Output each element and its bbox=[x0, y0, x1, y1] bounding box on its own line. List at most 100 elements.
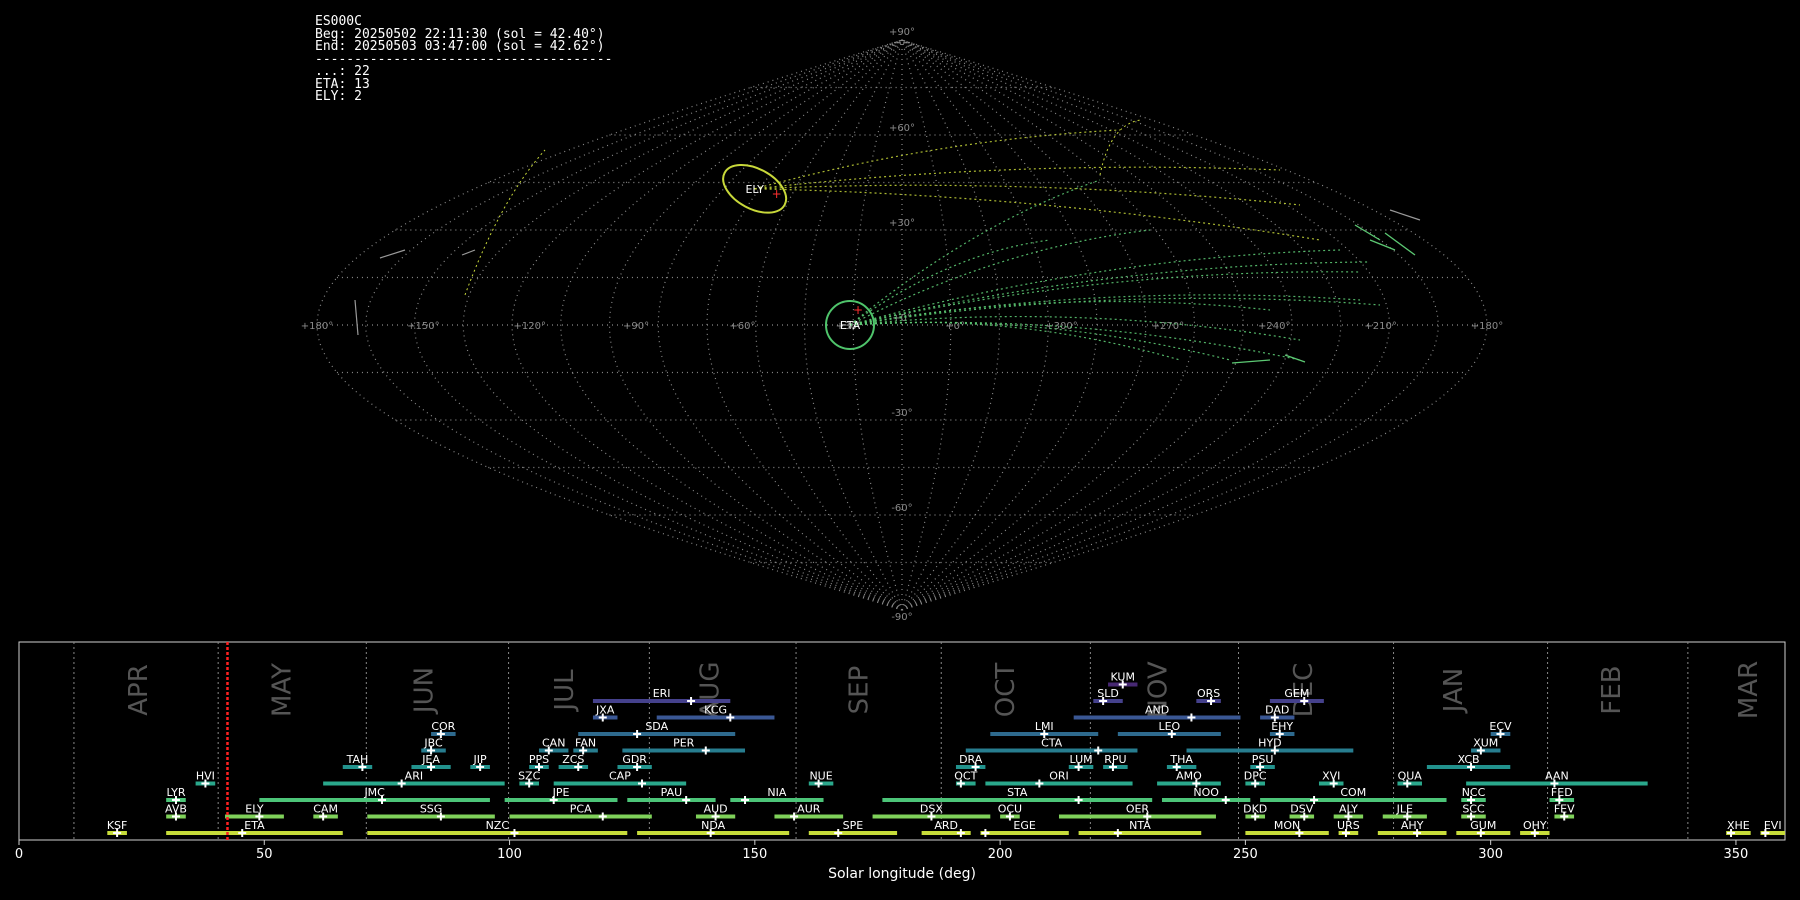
month-label: OCT bbox=[991, 663, 1021, 718]
shower-label: EHY bbox=[1271, 720, 1293, 733]
lon-tick-label: +270° bbox=[1152, 321, 1184, 332]
meridian-line bbox=[657, 39, 903, 611]
shower-label: XVI bbox=[1322, 770, 1340, 783]
shower-label: ORS bbox=[1197, 687, 1220, 700]
radiant-marker: + bbox=[853, 303, 863, 317]
shower-ori: ORI bbox=[985, 770, 1133, 788]
shower-label: SCC bbox=[1462, 803, 1485, 816]
shower-avb: AVB bbox=[165, 803, 187, 821]
shower-fan: FAN bbox=[573, 737, 598, 755]
shower-ohy: OHY bbox=[1520, 819, 1550, 837]
shower-label: JPE bbox=[552, 786, 570, 799]
month-label: FEB bbox=[1597, 665, 1627, 714]
shower-label: JXA bbox=[595, 704, 615, 717]
lat-tick-label: -90° bbox=[891, 612, 912, 623]
shower-label: NTA bbox=[1129, 819, 1151, 832]
meteor-segment bbox=[1231, 359, 1271, 364]
shower-label: EVI bbox=[1764, 819, 1782, 832]
shower-label: KCG bbox=[704, 704, 727, 717]
shower-zcs: ZCS bbox=[558, 753, 589, 771]
shower-label: FAN bbox=[575, 737, 596, 750]
shower-per: PER bbox=[622, 737, 746, 755]
x-tick-label: 0 bbox=[15, 847, 23, 862]
shower-label: SZC bbox=[518, 770, 541, 783]
shower-nia: NIA bbox=[730, 786, 824, 804]
month-label: APR bbox=[124, 664, 154, 716]
shower-label: AVB bbox=[165, 803, 187, 816]
shower-label: ARI bbox=[405, 770, 423, 783]
shower-sld: SLD bbox=[1093, 687, 1123, 705]
meridian-line bbox=[901, 39, 1147, 611]
shower-label: XUM bbox=[1473, 737, 1498, 750]
shower-lum: LUM bbox=[1068, 753, 1094, 771]
shower-label: ALY bbox=[1339, 803, 1358, 816]
shower-nue: NUE bbox=[808, 770, 834, 788]
shower-label: DPC bbox=[1244, 770, 1267, 783]
x-tick-label: 300 bbox=[1478, 847, 1503, 862]
shower-leo: LEO bbox=[1117, 720, 1221, 738]
lon-tick-label: +60° bbox=[729, 321, 755, 332]
shower-rpu: RPU bbox=[1103, 753, 1128, 771]
shower-scc: SCC bbox=[1461, 803, 1486, 821]
shower-label: SDA bbox=[645, 720, 668, 733]
shower-ncc: NCC bbox=[1461, 786, 1486, 804]
shower-label: OCU bbox=[998, 803, 1022, 816]
shower-label: LEO bbox=[1158, 720, 1180, 733]
shower-noo: NOO bbox=[1161, 786, 1251, 804]
sporadic-meteor-segment bbox=[354, 299, 359, 336]
shower-kcg: KCG bbox=[656, 704, 775, 722]
shower-gum: GUM bbox=[1456, 819, 1511, 837]
shower-label: PPS bbox=[529, 753, 549, 766]
shower-pps: PPS bbox=[529, 753, 549, 771]
shower-ocu: OCU bbox=[998, 803, 1022, 821]
shower-cam: CAM bbox=[313, 803, 338, 821]
shower-xum: XUM bbox=[1471, 737, 1501, 755]
shower-nzc: NZC bbox=[367, 819, 628, 837]
shower-label: KUM bbox=[1111, 671, 1135, 684]
ely-meteor-trail bbox=[754, 129, 1121, 190]
shower-label: PCA bbox=[570, 803, 592, 816]
shower-label: ERI bbox=[653, 687, 671, 700]
shower-label: GUM bbox=[1470, 819, 1496, 832]
month-label: JUN bbox=[410, 667, 440, 715]
shower-cap: CAP bbox=[553, 770, 687, 788]
shower-label: URS bbox=[1337, 819, 1360, 832]
meteor-segment bbox=[1284, 354, 1306, 363]
shower-pca: PCA bbox=[509, 803, 652, 821]
shower-label: CAN bbox=[542, 737, 565, 750]
shower-label: OHY bbox=[1523, 819, 1547, 832]
shower-ahy: AHY bbox=[1377, 819, 1447, 837]
shower-pau: PAU bbox=[627, 786, 716, 804]
shower-dsv: DSV bbox=[1289, 803, 1315, 821]
lon-tick-label: +120° bbox=[513, 321, 545, 332]
shower-aur: AUR bbox=[774, 803, 844, 821]
shower-gdr: GDR bbox=[617, 753, 652, 771]
lat-tick-label: +30° bbox=[889, 218, 915, 229]
sporadic-meteor-segment bbox=[379, 249, 406, 259]
shower-cta: CTA bbox=[965, 737, 1138, 755]
lon-tick-label: +150° bbox=[407, 321, 439, 332]
shower-label: HVI bbox=[196, 770, 215, 783]
shower-ely: ELY bbox=[225, 803, 284, 821]
shower-label: OCT bbox=[954, 770, 977, 783]
shower-mon: MON bbox=[1245, 819, 1329, 837]
shower-kum: KUM bbox=[1108, 671, 1138, 689]
shower-ecv: ECV bbox=[1489, 720, 1512, 738]
shower-urs: URS bbox=[1337, 819, 1360, 837]
shower-label: ELY bbox=[245, 803, 264, 816]
shower-ege: EGE bbox=[980, 819, 1069, 837]
shower-jip: JIP bbox=[470, 753, 490, 771]
shower-psu: PSU bbox=[1250, 753, 1275, 771]
shower-label: FEV bbox=[1554, 803, 1575, 816]
shower-label: LYR bbox=[166, 786, 185, 799]
shower-oer: OER bbox=[1058, 803, 1216, 821]
shower-label: FED bbox=[1551, 786, 1573, 799]
shower-label: SPE bbox=[843, 819, 864, 832]
shower-label: DRA bbox=[959, 753, 983, 766]
radiant-marker: + bbox=[772, 187, 782, 201]
shower-label: GEM bbox=[1284, 687, 1309, 700]
shower-label: AMO bbox=[1176, 770, 1202, 783]
eta-meteor-trail bbox=[849, 229, 1151, 326]
shower-label: ZCS bbox=[562, 753, 584, 766]
shower-com: COM bbox=[1260, 786, 1447, 804]
